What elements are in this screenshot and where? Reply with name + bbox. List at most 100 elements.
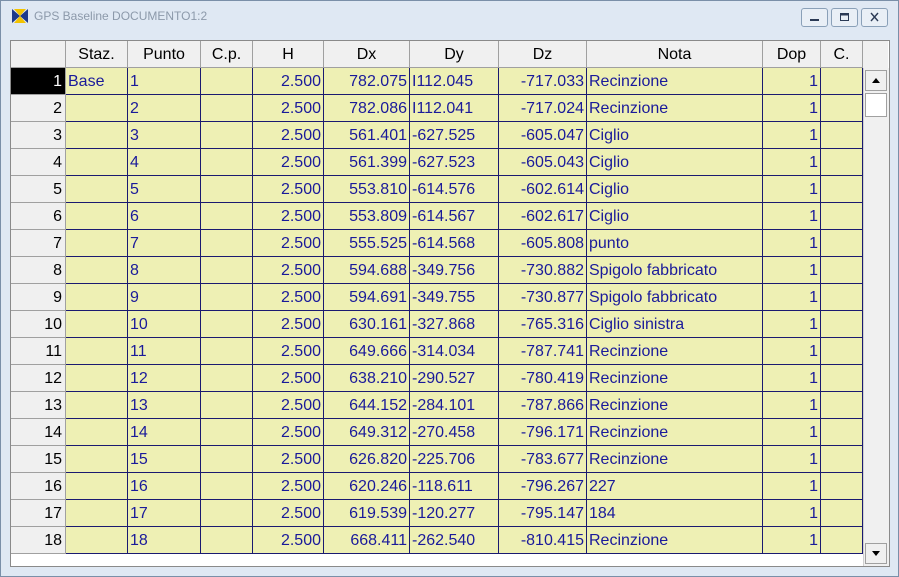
cell-dx[interactable]: 668.411: [324, 527, 410, 554]
cell-nota[interactable]: Ciglio sinistra: [587, 311, 763, 338]
cell-dy[interactable]: -270.458: [410, 419, 499, 446]
cell-dx[interactable]: 649.666: [324, 338, 410, 365]
cell-dx[interactable]: 553.809: [324, 203, 410, 230]
cell-dy[interactable]: -118.611: [410, 473, 499, 500]
cell-c[interactable]: [821, 95, 863, 122]
cell-dz[interactable]: -783.677: [499, 446, 587, 473]
cell-c[interactable]: [821, 311, 863, 338]
cell-nota[interactable]: Recinzione: [587, 419, 763, 446]
cell-nota[interactable]: Recinzione: [587, 392, 763, 419]
cell-nota[interactable]: Ciglio: [587, 122, 763, 149]
cell-dy[interactable]: -290.527: [410, 365, 499, 392]
cell-h[interactable]: 2.500: [253, 257, 324, 284]
cell-dop[interactable]: 1: [763, 230, 821, 257]
cell-dx[interactable]: 782.086: [324, 95, 410, 122]
cell-cp[interactable]: [201, 257, 253, 284]
cell-c[interactable]: [821, 365, 863, 392]
column-header[interactable]: Staz.: [66, 41, 128, 68]
cell-h[interactable]: 2.500: [253, 176, 324, 203]
cell-punto[interactable]: 11: [128, 338, 201, 365]
cell-cp[interactable]: [201, 311, 253, 338]
cell-nota[interactable]: punto: [587, 230, 763, 257]
row-number[interactable]: 10: [11, 311, 66, 338]
cell-dy[interactable]: -262.540: [410, 527, 499, 554]
cell-c[interactable]: [821, 446, 863, 473]
row-number[interactable]: 15: [11, 446, 66, 473]
cell-punto[interactable]: 2: [128, 95, 201, 122]
cell-staz[interactable]: [66, 500, 128, 527]
minimize-button[interactable]: [801, 8, 828, 27]
row-number[interactable]: 4: [11, 149, 66, 176]
cell-dz[interactable]: -730.877: [499, 284, 587, 311]
cell-dz[interactable]: -730.882: [499, 257, 587, 284]
cell-dy[interactable]: -349.755: [410, 284, 499, 311]
close-button[interactable]: [861, 8, 888, 27]
row-number[interactable]: 18: [11, 527, 66, 554]
cell-cp[interactable]: [201, 365, 253, 392]
column-header[interactable]: Dz: [499, 41, 587, 68]
cell-dz[interactable]: -796.171: [499, 419, 587, 446]
cell-staz[interactable]: [66, 473, 128, 500]
cell-punto[interactable]: 5: [128, 176, 201, 203]
cell-punto[interactable]: 8: [128, 257, 201, 284]
cell-staz[interactable]: [66, 95, 128, 122]
cell-h[interactable]: 2.500: [253, 230, 324, 257]
cell-dx[interactable]: 561.401: [324, 122, 410, 149]
cell-nota[interactable]: Spigolo fabbricato: [587, 257, 763, 284]
scroll-up-button[interactable]: [865, 70, 887, 91]
cell-h[interactable]: 2.500: [253, 95, 324, 122]
cell-dx[interactable]: 555.525: [324, 230, 410, 257]
row-number[interactable]: 2: [11, 95, 66, 122]
row-number[interactable]: 1: [11, 68, 66, 95]
cell-dy[interactable]: -627.523: [410, 149, 499, 176]
row-number[interactable]: 12: [11, 365, 66, 392]
cell-c[interactable]: [821, 257, 863, 284]
cell-dy[interactable]: -614.568: [410, 230, 499, 257]
cell-h[interactable]: 2.500: [253, 149, 324, 176]
cell-punto[interactable]: 12: [128, 365, 201, 392]
cell-dz[interactable]: -602.617: [499, 203, 587, 230]
cell-h[interactable]: 2.500: [253, 203, 324, 230]
cell-dz[interactable]: -605.047: [499, 122, 587, 149]
cell-dx[interactable]: 782.075: [324, 68, 410, 95]
cell-dy[interactable]: I112.045: [410, 68, 499, 95]
cell-dz[interactable]: -717.024: [499, 95, 587, 122]
cell-staz[interactable]: [66, 311, 128, 338]
cell-h[interactable]: 2.500: [253, 500, 324, 527]
cell-dop[interactable]: 1: [763, 527, 821, 554]
cell-staz[interactable]: [66, 392, 128, 419]
cell-punto[interactable]: 9: [128, 284, 201, 311]
cell-punto[interactable]: 14: [128, 419, 201, 446]
row-number[interactable]: 3: [11, 122, 66, 149]
cell-dop[interactable]: 1: [763, 446, 821, 473]
vertical-scrollbar[interactable]: [863, 68, 889, 566]
cell-dop[interactable]: 1: [763, 419, 821, 446]
cell-cp[interactable]: [201, 149, 253, 176]
cell-h[interactable]: 2.500: [253, 527, 324, 554]
cell-dy[interactable]: -327.868: [410, 311, 499, 338]
cell-dy[interactable]: -314.034: [410, 338, 499, 365]
cell-c[interactable]: [821, 284, 863, 311]
column-header[interactable]: Nota: [587, 41, 763, 68]
cell-staz[interactable]: [66, 338, 128, 365]
cell-nota[interactable]: 184: [587, 500, 763, 527]
cell-dop[interactable]: 1: [763, 203, 821, 230]
cell-staz[interactable]: [66, 419, 128, 446]
cell-cp[interactable]: [201, 203, 253, 230]
row-number[interactable]: 14: [11, 419, 66, 446]
cell-c[interactable]: [821, 122, 863, 149]
cell-h[interactable]: 2.500: [253, 284, 324, 311]
cell-nota[interactable]: Ciglio: [587, 203, 763, 230]
cell-punto[interactable]: 4: [128, 149, 201, 176]
cell-dx[interactable]: 594.691: [324, 284, 410, 311]
cell-cp[interactable]: [201, 230, 253, 257]
cell-dop[interactable]: 1: [763, 338, 821, 365]
cell-dz[interactable]: -605.808: [499, 230, 587, 257]
cell-dz[interactable]: -602.614: [499, 176, 587, 203]
cell-c[interactable]: [821, 473, 863, 500]
cell-c[interactable]: [821, 500, 863, 527]
cell-nota[interactable]: Recinzione: [587, 95, 763, 122]
cell-nota[interactable]: Recinzione: [587, 527, 763, 554]
cell-dx[interactable]: 638.210: [324, 365, 410, 392]
cell-dy[interactable]: -284.101: [410, 392, 499, 419]
